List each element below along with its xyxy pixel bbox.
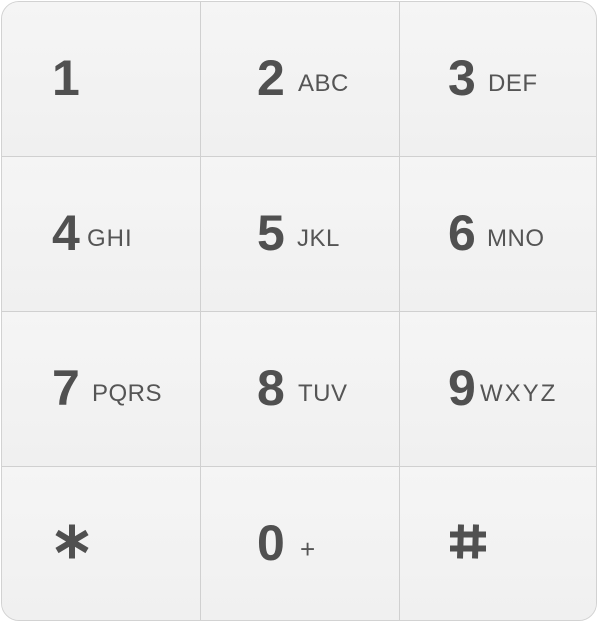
key-digit: 6 bbox=[448, 205, 476, 261]
key-3[interactable]: 3 DEF bbox=[400, 2, 596, 157]
key-letters: DEF bbox=[488, 69, 538, 97]
key-4[interactable]: 4 GHI bbox=[2, 157, 201, 312]
dial-keypad: 1 2 ABC 3 DEF 4 GHI 5 JKL 6 MNO 7 PQRS 8… bbox=[1, 1, 597, 621]
key-digit: 9 bbox=[448, 360, 476, 416]
key-digit: 0 bbox=[257, 514, 285, 571]
key-digit: 3 bbox=[448, 50, 476, 106]
key-letters: PQRS bbox=[92, 379, 163, 407]
key-1[interactable]: 1 bbox=[2, 2, 201, 157]
key-letters: GHI bbox=[87, 224, 133, 252]
key-digit: 7 bbox=[52, 360, 80, 416]
key-2[interactable]: 2 ABC bbox=[201, 2, 400, 157]
key-letters: ABC bbox=[298, 69, 349, 97]
key-letters: WXYZ bbox=[480, 379, 558, 407]
key-6[interactable]: 6 MNO bbox=[400, 157, 596, 312]
key-digit: 5 bbox=[257, 205, 285, 261]
key-letters: JKL bbox=[297, 224, 340, 252]
key-7[interactable]: 7 PQRS bbox=[2, 312, 201, 467]
key-0[interactable]: 0 + bbox=[201, 467, 400, 620]
key-hash[interactable] bbox=[400, 467, 596, 620]
key-star[interactable] bbox=[2, 467, 201, 620]
key-digit: 2 bbox=[257, 50, 285, 106]
key-letters: TUV bbox=[298, 379, 348, 407]
key-plus-label: + bbox=[300, 533, 316, 564]
asterisk-icon bbox=[52, 521, 92, 566]
key-8[interactable]: 8 TUV bbox=[201, 312, 400, 467]
key-digit: 4 bbox=[52, 205, 80, 261]
hash-icon bbox=[448, 521, 488, 566]
key-5[interactable]: 5 JKL bbox=[201, 157, 400, 312]
key-digit: 8 bbox=[257, 360, 285, 416]
key-9[interactable]: 9 WXYZ bbox=[400, 312, 596, 467]
key-digit: 1 bbox=[52, 50, 80, 106]
key-letters: MNO bbox=[487, 224, 545, 252]
